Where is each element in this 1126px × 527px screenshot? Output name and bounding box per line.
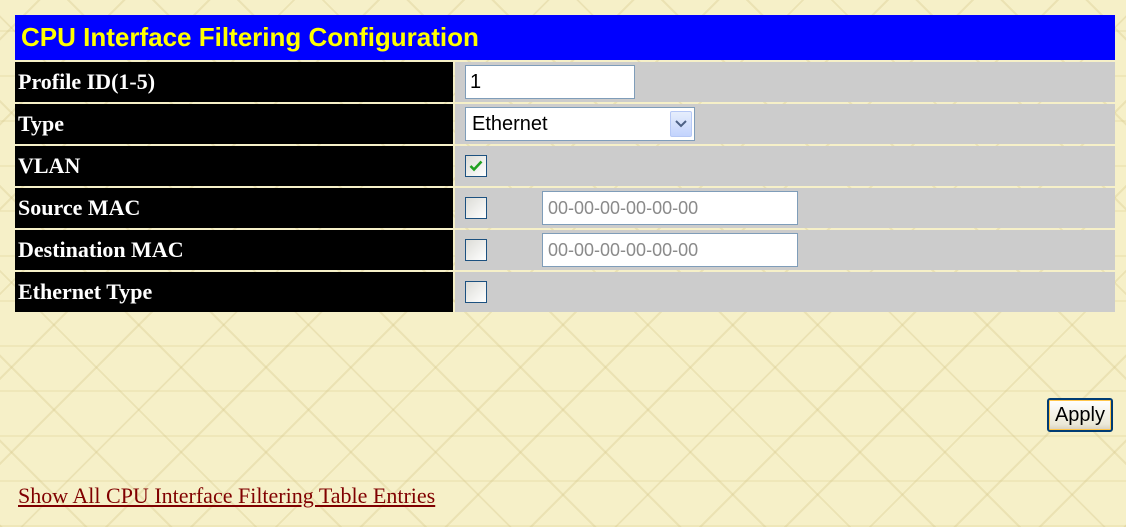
row-ethernet-type: Ethernet Type bbox=[15, 272, 1115, 312]
apply-button[interactable]: Apply bbox=[1046, 398, 1113, 432]
title-bar: CPU Interface Filtering Configuration bbox=[15, 15, 1115, 60]
apply-row: Apply bbox=[1046, 398, 1113, 432]
source-mac-label: Source MAC bbox=[15, 188, 453, 228]
profile-id-label: Profile ID(1-5) bbox=[15, 62, 453, 102]
destination-mac-input[interactable]: 00-00-00-00-00-00 bbox=[542, 233, 798, 267]
chevron-down-icon[interactable] bbox=[670, 111, 692, 137]
page-title: CPU Interface Filtering Configuration bbox=[21, 22, 479, 52]
destination-mac-label: Destination MAC bbox=[15, 230, 453, 270]
source-mac-placeholder: 00-00-00-00-00-00 bbox=[548, 197, 699, 218]
profile-id-input[interactable]: 1 bbox=[465, 65, 635, 99]
source-mac-value-cell: 00-00-00-00-00-00 bbox=[455, 188, 1115, 228]
type-select[interactable]: Ethernet bbox=[465, 107, 695, 141]
destination-mac-placeholder: 00-00-00-00-00-00 bbox=[548, 239, 699, 260]
ethernet-type-value-cell bbox=[455, 272, 1115, 312]
ethernet-type-label: Ethernet Type bbox=[15, 272, 453, 312]
destination-mac-value-cell: 00-00-00-00-00-00 bbox=[455, 230, 1115, 270]
source-mac-checkbox[interactable] bbox=[465, 197, 487, 219]
profile-id-input-value: 1 bbox=[470, 70, 482, 93]
vlan-value-cell bbox=[455, 146, 1115, 186]
row-source-mac: Source MAC 00-00-00-00-00-00 bbox=[15, 188, 1115, 228]
row-type: Type Ethernet bbox=[15, 104, 1115, 144]
checkmark-icon bbox=[469, 160, 483, 172]
type-value-cell: Ethernet bbox=[455, 104, 1115, 144]
config-panel: CPU Interface Filtering Configuration Pr… bbox=[15, 15, 1115, 312]
row-destination-mac: Destination MAC 00-00-00-00-00-00 bbox=[15, 230, 1115, 270]
source-mac-input[interactable]: 00-00-00-00-00-00 bbox=[542, 191, 798, 225]
show-all-entries-link[interactable]: Show All CPU Interface Filtering Table E… bbox=[18, 483, 435, 509]
ethernet-type-checkbox[interactable] bbox=[465, 281, 487, 303]
vlan-label: VLAN bbox=[15, 146, 453, 186]
type-label: Type bbox=[15, 104, 453, 144]
type-select-value: Ethernet bbox=[472, 112, 548, 135]
row-profile-id: Profile ID(1-5) 1 bbox=[15, 62, 1115, 102]
destination-mac-checkbox[interactable] bbox=[465, 239, 487, 261]
profile-id-value-cell: 1 bbox=[455, 62, 1115, 102]
vlan-checkbox[interactable] bbox=[465, 155, 487, 177]
row-vlan: VLAN bbox=[15, 146, 1115, 186]
